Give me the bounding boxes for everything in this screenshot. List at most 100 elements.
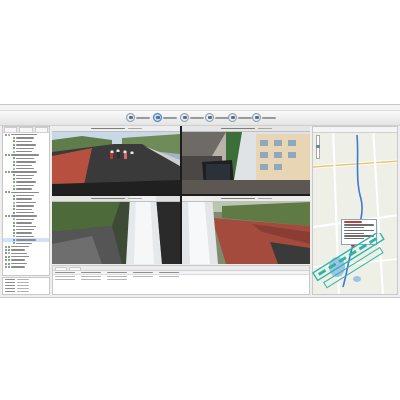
- tree-item-label: [16, 188, 32, 190]
- vehicle-status-icon: [8, 245, 10, 248]
- tree-item-label: [11, 134, 37, 136]
- expand-toggle-icon[interactable]: [5, 265, 7, 268]
- expand-toggle-icon[interactable]: [5, 215, 7, 218]
- camera-view-1[interactable]: [52, 126, 180, 194]
- map-toolbar: [313, 127, 397, 133]
- map-panel[interactable]: [312, 126, 398, 295]
- toolbar-button-label: [215, 116, 229, 119]
- info-row: [3, 290, 49, 293]
- toolbar-button-settings[interactable]: [228, 112, 254, 123]
- vehicle-status-icon: [13, 228, 15, 231]
- tree-item-label: [16, 147, 34, 149]
- expand-toggle-icon[interactable]: [5, 154, 7, 157]
- expand-toggle-icon[interactable]: [5, 255, 7, 258]
- vehicle-status-icon: [13, 137, 15, 140]
- vehicle-status-icon: [13, 140, 15, 143]
- tree-item-label: [11, 245, 29, 248]
- vehicle-status-icon: [13, 201, 15, 204]
- tree-item-label: [16, 150, 32, 153]
- tree-item-label: [16, 225, 36, 227]
- camera-1-image: [52, 126, 180, 194]
- expand-toggle-icon[interactable]: [5, 170, 7, 173]
- vehicle-status-icon: [13, 147, 15, 150]
- tree-item-label: [16, 201, 36, 204]
- camera-view-3[interactable]: [52, 196, 180, 264]
- tree-item-label: [16, 228, 34, 231]
- vehicle-status-icon: [13, 164, 15, 167]
- vehicle-status-icon: [13, 174, 15, 177]
- expand-toggle-icon[interactable]: [5, 133, 7, 136]
- vehicle-status-icon: [13, 235, 15, 238]
- toolbar-button-system[interactable]: [252, 112, 278, 123]
- tree-item-label: [16, 198, 32, 200]
- table-row[interactable]: [53, 278, 309, 281]
- camera-2-image: [182, 126, 310, 194]
- tree-item-label: [16, 157, 34, 160]
- vehicle-status-icon: [13, 157, 15, 160]
- map-canvas: [313, 127, 397, 294]
- tree-tab[interactable]: [34, 127, 48, 132]
- vehicle-status-icon: [13, 211, 15, 214]
- toolbar-button-label: [190, 116, 204, 119]
- vehicle-status-icon: [8, 215, 10, 218]
- camera-view-4[interactable]: [182, 196, 310, 264]
- vehicle-status-icon: [13, 167, 15, 170]
- tree-item-label: [16, 242, 32, 244]
- tree-item-label: [11, 252, 27, 255]
- camera-view-2[interactable]: [182, 126, 310, 194]
- tree-item-label: [11, 249, 25, 251]
- tree-tab[interactable]: [4, 127, 18, 132]
- camera-4-title: [182, 196, 310, 202]
- vehicle-status-icon: [13, 218, 15, 221]
- expand-toggle-icon[interactable]: [5, 259, 7, 262]
- vehicle-status-icon: [13, 194, 15, 197]
- expand-toggle-icon[interactable]: [5, 262, 7, 265]
- vehicle-status-icon: [13, 221, 15, 224]
- tree-item-label: [11, 171, 37, 173]
- expand-toggle-icon[interactable]: [5, 248, 7, 251]
- expand-toggle-icon[interactable]: [5, 252, 7, 255]
- vehicle-status-icon: [8, 170, 10, 173]
- tree-item-label: [16, 178, 32, 180]
- camera-4-image: [182, 196, 310, 264]
- tree-item-label: [16, 164, 32, 166]
- tree-item-label: [16, 144, 36, 146]
- page: { "menu": { "items": ["", "", ""] }, "to…: [0, 0, 400, 400]
- vehicle-status-icon: [8, 252, 10, 255]
- tree-rows: [3, 133, 49, 269]
- alarm-tab[interactable]: [55, 266, 67, 270]
- tree-item-label: [11, 262, 27, 265]
- toolbar-button-realtime[interactable]: [153, 112, 179, 123]
- tree-item-label: [16, 235, 34, 238]
- tree-item-label: [16, 174, 34, 177]
- tree-item-label: [11, 266, 25, 268]
- alarm-tab[interactable]: [69, 266, 81, 270]
- toolbar-button-label: [262, 116, 276, 119]
- vehicle-status-icon: [8, 265, 10, 268]
- monitoring-app-window: [0, 104, 400, 298]
- expand-toggle-icon[interactable]: [5, 191, 7, 194]
- expand-toggle-icon[interactable]: [5, 245, 7, 248]
- toolbar-button-label: [136, 116, 150, 119]
- vehicle-status-icon: [13, 232, 15, 235]
- tree-item-label: [16, 208, 32, 210]
- vehicle-info-popup: [341, 219, 377, 245]
- tree-item-label: [16, 211, 34, 214]
- alarm-list-panel: [52, 265, 310, 295]
- zoom-handle[interactable]: [316, 145, 320, 148]
- report-icon: [205, 113, 214, 122]
- tree-item-label: [16, 181, 36, 183]
- tree-group-item[interactable]: [3, 265, 49, 268]
- video-grid: [52, 126, 310, 264]
- toolbar-button-video[interactable]: [126, 112, 152, 123]
- tree-tab[interactable]: [19, 127, 33, 132]
- camera-2-title: [182, 126, 310, 132]
- vehicle-tree-panel: [2, 126, 50, 276]
- vehicle-status-icon: [8, 191, 10, 194]
- camera-3-title: [52, 196, 180, 202]
- tree-item-label: [16, 232, 32, 234]
- tree-item-label: [11, 259, 25, 261]
- map-zoom-slider[interactable]: [316, 135, 320, 159]
- toolbar-button-playback[interactable]: [180, 112, 206, 123]
- camera-3-image: [52, 196, 180, 264]
